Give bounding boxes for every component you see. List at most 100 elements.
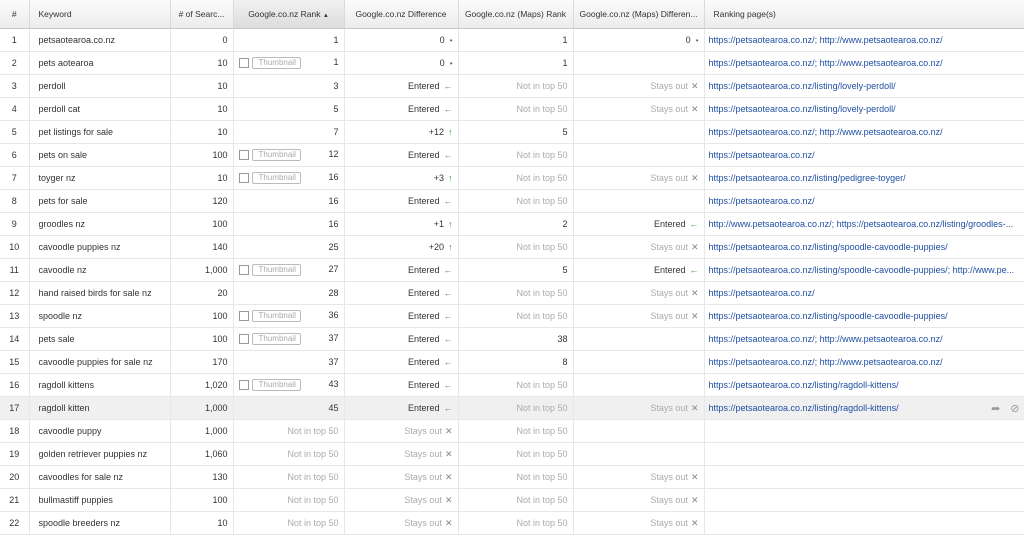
col-header-rank[interactable]: Google.co.nz Rank ▲ xyxy=(233,0,345,29)
thumbnail-badge[interactable]: Thumbnail xyxy=(238,264,301,276)
table-row[interactable]: 6 pets on sale 100 Thumbnail 12 Entered ← Not i… xyxy=(0,143,1024,167)
maps-difference-cell xyxy=(573,327,705,351)
table-row[interactable]: 7 toyger nz 10 Thumbnail 16 +3 ↑ Not in top 50 S… xyxy=(0,166,1024,190)
table-row[interactable]: 1 petsaotearoa.co.nz 0 1 0 • 1 0 • https://petsao… xyxy=(0,28,1024,52)
ranking-pages-cell[interactable] xyxy=(704,442,1024,466)
col-header-num[interactable]: # xyxy=(0,0,30,29)
table-row[interactable]: 22 spoodle breeders nz 10 Not in top 50 Stay… xyxy=(0,511,1024,535)
table-row[interactable]: 11 cavoodle nz 1,000 Thumbnail 27 Entered ← 5 En… xyxy=(0,258,1024,282)
table-row[interactable]: 4 perdoll cat 10 5 Entered ← Not in top 50 Stay… xyxy=(0,97,1024,121)
col-header-maps-difference[interactable]: Google.co.nz (Maps) Differen... xyxy=(573,0,705,29)
ranking-pages-cell[interactable]: http://www.petsaotearoa.co.nz/; https://… xyxy=(704,212,1024,236)
col-header-searches[interactable]: # of Searc... xyxy=(170,0,234,29)
table-row[interactable]: 16 ragdoll kittens 1,020 Thumbnail 43 Entered… xyxy=(0,373,1024,397)
table-row[interactable]: 17 ragdoll kitten 1,000 45 Entered ← Not in to… xyxy=(0,396,1024,420)
thumbnail-badge[interactable]: Thumbnail xyxy=(238,172,301,184)
maps-rank-cell-value: Not in top 50 xyxy=(516,242,568,252)
table-row[interactable]: 21 bullmastiff puppies 100 Not in top 50 Sta… xyxy=(0,488,1024,512)
ranking-pages-cell[interactable]: https://petsaotearoa.co.nz/; http://www.… xyxy=(704,28,1024,52)
table-row[interactable]: 10 cavoodle puppies nz 140 25 +20 ↑ Not in top… xyxy=(0,235,1024,259)
table-row[interactable]: 3 perdoll 10 3 Entered ← Not in top 50 Stays ou… xyxy=(0,74,1024,98)
table-row[interactable]: 8 pets for sale 120 16 Entered ← Not in top 50… xyxy=(0,189,1024,213)
maps-rank-cell-value: 5 xyxy=(562,127,568,137)
ranking-pages-cell[interactable]: https://petsaotearoa.co.nz/listing/ragdo… xyxy=(704,396,1024,420)
table-row[interactable]: 18 cavoodle puppy 1,000 Not in top 50 Stays … xyxy=(0,419,1024,443)
ranking-pages-link[interactable]: https://petsaotearoa.co.nz/listing/spood… xyxy=(709,311,948,321)
ranking-pages-link[interactable]: https://petsaotearoa.co.nz/; http://www.… xyxy=(709,357,943,367)
ranking-pages-cell[interactable]: https://petsaotearoa.co.nz/ xyxy=(704,143,1024,167)
ranking-pages-link[interactable]: https://petsaotearoa.co.nz/ xyxy=(709,288,815,298)
searches-cell: 100 xyxy=(170,488,234,512)
ranking-pages-link[interactable]: https://petsaotearoa.co.nz/listing/lovel… xyxy=(709,81,896,91)
keyword-cell: pets sale xyxy=(29,327,171,351)
ranking-pages-cell[interactable] xyxy=(704,465,1024,489)
close-icon: ✕ xyxy=(690,402,699,413)
ranking-pages-cell[interactable]: https://petsaotearoa.co.nz/listing/lovel… xyxy=(704,97,1024,121)
maps-rank-cell: Not in top 50 xyxy=(458,74,574,98)
ranking-pages-cell[interactable]: https://petsaotearoa.co.nz/; http://www.… xyxy=(704,51,1024,75)
ranking-pages-cell[interactable]: https://petsaotearoa.co.nz/ xyxy=(704,281,1024,305)
table-row[interactable]: 9 groodles nz 100 16 +1 ↑ 2 Entered ← http://www.… xyxy=(0,212,1024,236)
ranking-pages-cell[interactable]: https://petsaotearoa.co.nz/; http://www.… xyxy=(704,350,1024,374)
table-row[interactable]: 14 pets sale 100 Thumbnail 37 Entered ← 38 https… xyxy=(0,327,1024,351)
table-row[interactable]: 5 pet listings for sale 10 7 +12 ↑ 5 https://pe… xyxy=(0,120,1024,144)
table-row[interactable]: 20 cavoodles for sale nz 130 Not in top 50 S… xyxy=(0,465,1024,489)
ranking-pages-cell[interactable]: https://petsaotearoa.co.nz/listing/ragdo… xyxy=(704,373,1024,397)
table-row[interactable]: 13 spoodle nz 100 Thumbnail 36 Entered ← Not in… xyxy=(0,304,1024,328)
ranking-pages-cell[interactable]: https://petsaotearoa.co.nz/listing/spood… xyxy=(704,235,1024,259)
thumbnail-badge[interactable]: Thumbnail xyxy=(238,379,301,391)
ranking-pages-cell[interactable] xyxy=(704,488,1024,512)
maps-difference-cell-value: Stays out xyxy=(650,471,688,482)
rank-value: Not in top 50 xyxy=(287,472,339,482)
col-header-difference[interactable]: Google.co.nz Difference xyxy=(344,0,459,29)
thumbnail-badge[interactable]: Thumbnail xyxy=(238,57,301,69)
ranking-pages-link[interactable]: https://petsaotearoa.co.nz/; http://www.… xyxy=(709,58,943,68)
ranking-pages-cell[interactable]: https://petsaotearoa.co.nz/listing/pedig… xyxy=(704,166,1024,190)
ranking-pages-link[interactable]: http://www.petsaotearoa.co.nz/; https://… xyxy=(709,219,1014,229)
maps-difference-cell-value: Stays out xyxy=(650,517,688,528)
ranking-pages-link[interactable]: https://petsaotearoa.co.nz/listing/lovel… xyxy=(709,104,896,114)
ranking-pages-cell[interactable]: https://petsaotearoa.co.nz/listing/spood… xyxy=(704,304,1024,328)
ranking-pages-cell[interactable] xyxy=(704,419,1024,443)
difference-cell-value: +20 xyxy=(428,242,444,252)
table-row[interactable]: 12 hand raised birds for sale nz 20 28 Enter… xyxy=(0,281,1024,305)
difference-cell: Entered ← xyxy=(344,304,459,328)
close-icon: ✕ xyxy=(690,471,699,482)
ranking-pages-link[interactable]: https://petsaotearoa.co.nz/listing/spood… xyxy=(709,265,1015,275)
ranking-pages-link[interactable]: https://petsaotearoa.co.nz/; http://www.… xyxy=(709,334,943,344)
rank-cell: 5 xyxy=(233,97,345,121)
searches-cell: 120 xyxy=(170,189,234,213)
table-row[interactable]: 15 cavoodle puppies for sale nz 170 37 Enter… xyxy=(0,350,1024,374)
ranking-pages-cell[interactable]: https://petsaotearoa.co.nz/; http://www.… xyxy=(704,327,1024,351)
ranking-pages-link[interactable]: https://petsaotearoa.co.nz/listing/ragdo… xyxy=(709,403,899,413)
arrow-left-icon: ← xyxy=(443,265,453,275)
table-row[interactable]: 19 golden retriever puppies nz 1,060 Not in… xyxy=(0,442,1024,466)
ranking-pages-cell[interactable]: https://petsaotearoa.co.nz/listing/lovel… xyxy=(704,74,1024,98)
thumbnail-badge[interactable]: Thumbnail xyxy=(238,333,301,345)
ranking-pages-cell[interactable]: https://petsaotearoa.co.nz/ xyxy=(704,189,1024,213)
ranking-pages-cell[interactable] xyxy=(704,511,1024,535)
ranking-pages-link[interactable]: https://petsaotearoa.co.nz/ xyxy=(709,196,815,206)
difference-cell-value: Entered xyxy=(407,334,440,344)
ranking-pages-link[interactable]: https://petsaotearoa.co.nz/listing/ragdo… xyxy=(709,380,899,390)
ranking-pages-cell[interactable]: https://petsaotearoa.co.nz/listing/spood… xyxy=(704,258,1024,282)
table-row[interactable]: 2 pets aotearoa 10 Thumbnail 1 0 • 1 https://pet… xyxy=(0,51,1024,75)
searches-cell: 10 xyxy=(170,97,234,121)
link-icon[interactable]: ⊘ xyxy=(1010,403,1019,415)
col-header-ranking-pages[interactable]: Ranking page(s) xyxy=(704,0,1024,29)
ranking-pages-link[interactable]: https://petsaotearoa.co.nz/; http://www.… xyxy=(709,35,943,45)
ranking-pages-link[interactable]: https://petsaotearoa.co.nz/; http://www.… xyxy=(709,127,943,137)
ranking-pages-link[interactable]: https://petsaotearoa.co.nz/listing/spood… xyxy=(709,242,948,252)
maps-difference-cell-value: Stays out xyxy=(650,172,688,183)
share-icon[interactable]: ➦ xyxy=(991,403,1000,415)
maps-rank-cell-value: Not in top 50 xyxy=(516,104,568,114)
col-header-maps-rank[interactable]: Google.co.nz (Maps) Rank xyxy=(458,0,574,29)
ranking-pages-link[interactable]: https://petsaotearoa.co.nz/listing/pedig… xyxy=(709,173,906,183)
col-header-keyword[interactable]: Keyword xyxy=(29,0,171,29)
ranking-pages-cell[interactable]: https://petsaotearoa.co.nz/; http://www.… xyxy=(704,120,1024,144)
thumbnail-badge[interactable]: Thumbnail xyxy=(238,310,301,322)
maps-difference-cell-value: Stays out xyxy=(650,241,688,252)
thumbnail-badge[interactable]: Thumbnail xyxy=(238,149,301,161)
ranking-pages-link[interactable]: https://petsaotearoa.co.nz/ xyxy=(709,150,815,160)
maps-rank-cell-value: Not in top 50 xyxy=(516,495,568,505)
